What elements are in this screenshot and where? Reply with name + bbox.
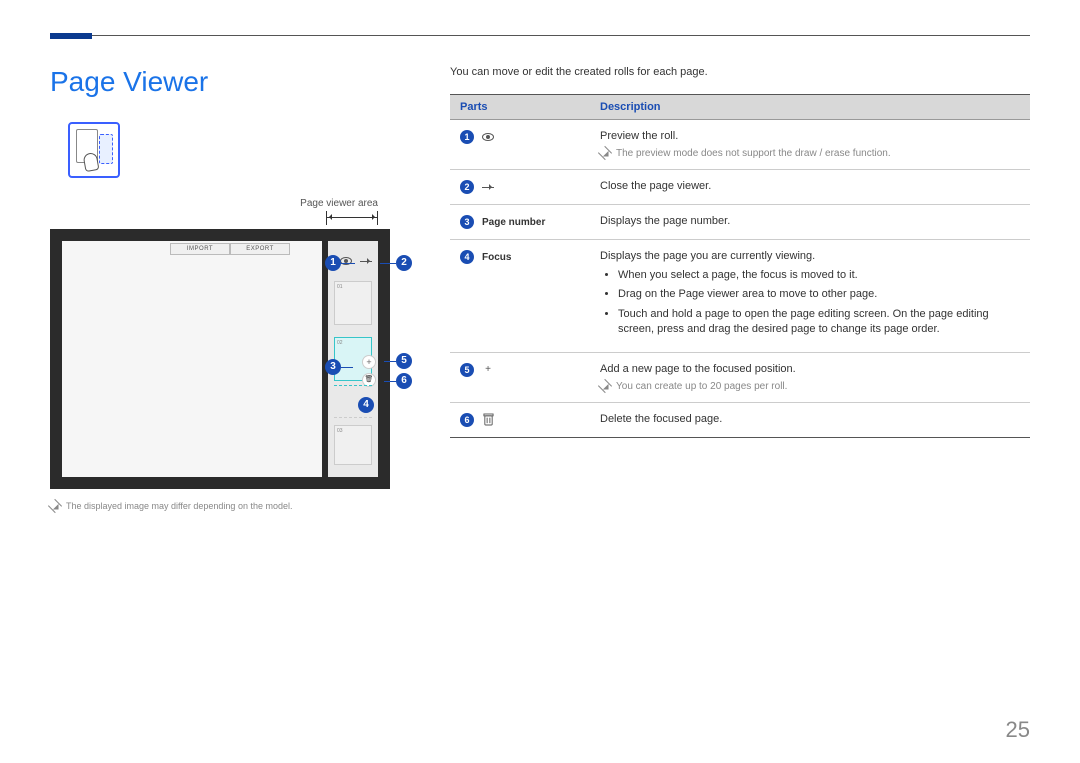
row6-desc: Delete the focused page.	[590, 402, 1030, 437]
callout-2: 2	[396, 255, 412, 271]
page-number: 25	[1006, 717, 1030, 743]
callout-1: 1	[325, 255, 341, 271]
row4-desc: Displays the page you are currently view…	[600, 250, 1020, 262]
callout-6: 6	[396, 373, 412, 389]
import-export-bar: IMPORT EXPORT	[170, 243, 290, 255]
th-description: Description	[590, 95, 1030, 120]
touch-gesture-icon	[68, 122, 120, 178]
th-parts: Parts	[450, 95, 590, 120]
plus-icon: +	[482, 364, 494, 376]
row5-note: You can create up to 20 pages per roll.	[616, 381, 787, 392]
eye-icon	[482, 133, 494, 141]
row4-b2: Drag on the Page viewer area to move to …	[618, 287, 1020, 302]
page-title: Page Viewer	[50, 66, 390, 98]
add-page-icon: +	[362, 355, 376, 369]
row4-label: Focus	[482, 252, 511, 263]
top-rule	[50, 35, 1030, 36]
page-viewer-area-label: Page viewer area	[50, 198, 390, 209]
model-note: The displayed image may differ depending…	[50, 501, 390, 511]
intro-text: You can move or edit the created rolls f…	[450, 66, 1030, 78]
row4-num: 4	[460, 250, 474, 264]
measure-indicator	[50, 211, 390, 225]
model-note-text: The displayed image may differ depending…	[66, 501, 292, 511]
table-row: 3 Page number Displays the page number.	[450, 205, 1030, 240]
callout-4: 4	[358, 397, 374, 413]
import-label: IMPORT	[170, 243, 230, 255]
row3-num: 3	[460, 215, 474, 229]
row1-num: 1	[460, 130, 474, 144]
row3-desc: Displays the page number.	[590, 205, 1030, 240]
callout-5: 5	[396, 353, 412, 369]
note-pencil-icon	[48, 499, 62, 513]
page-thumb-1: 01	[334, 281, 372, 325]
table-row: 5 + Add a new page to the focused positi…	[450, 352, 1030, 402]
row1-desc: Preview the roll.	[600, 130, 1020, 142]
close-arrow-icon	[360, 261, 372, 262]
row4-b3: Touch and hold a page to open the page e…	[618, 307, 1020, 338]
row6-num: 6	[460, 413, 474, 427]
row2-num: 2	[460, 180, 474, 194]
callout-3: 3	[325, 359, 341, 375]
parts-table: Parts Description 1 Preview the	[450, 94, 1030, 438]
row5-desc: Add a new page to the focused position.	[600, 363, 1020, 375]
row2-desc: Close the page viewer.	[590, 170, 1030, 205]
page-thumb-3: 03	[334, 425, 372, 465]
table-row: 4 Focus Displays the page you are curren…	[450, 240, 1030, 353]
arrow-right-icon	[482, 187, 494, 188]
table-row: 1 Preview the roll. The preview mode doe…	[450, 120, 1030, 170]
table-row: 6 Delete the focused page.	[450, 402, 1030, 437]
export-label: EXPORT	[230, 243, 290, 255]
trash-icon	[482, 414, 494, 426]
row4-b1: When you select a page, the focus is mov…	[618, 268, 1020, 283]
note-pencil-icon	[598, 146, 612, 160]
row1-note: The preview mode does not support the dr…	[616, 148, 891, 159]
row5-num: 5	[460, 363, 474, 377]
note-pencil-icon	[598, 378, 612, 392]
table-row: 2 Close the page viewer.	[450, 170, 1030, 205]
row3-label: Page number	[482, 217, 545, 228]
